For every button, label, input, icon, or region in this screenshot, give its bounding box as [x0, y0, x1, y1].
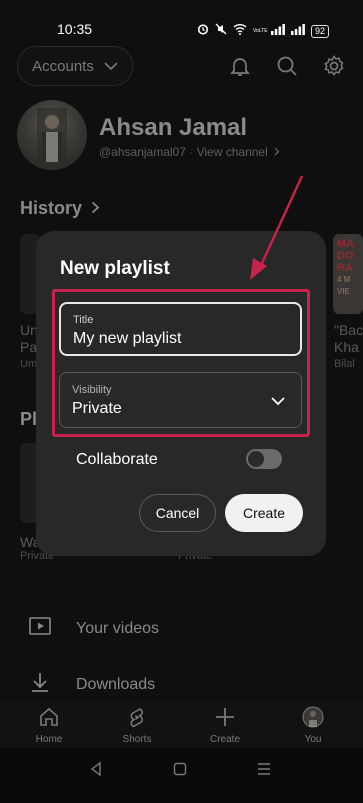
nav-you-label: You [304, 734, 322, 745]
nav-you[interactable]: You [283, 706, 343, 745]
battery-icon: 92 [310, 24, 329, 38]
bell-icon[interactable] [228, 54, 252, 78]
gear-icon[interactable] [322, 54, 346, 78]
avatar-icon [302, 706, 324, 731]
nav-shorts-label: Shorts [122, 734, 152, 745]
volte-icon: VoLTE [252, 27, 268, 34]
annotation-arrow [250, 175, 304, 280]
channel-name: Ahsan Jamal [99, 114, 248, 141]
bottom-nav: Home Shorts Create You [0, 700, 363, 748]
toggle-knob [248, 451, 264, 467]
playlists-title[interactable]: Pl [20, 409, 37, 430]
nav-home[interactable]: Home [19, 706, 79, 745]
view-channel-link[interactable]: View channel [197, 145, 268, 159]
collaborate-label: Collaborate [76, 451, 158, 468]
signal-icon-1 [270, 22, 285, 40]
accounts-label: Accounts [32, 57, 94, 75]
nav-shorts[interactable]: Shorts [107, 706, 167, 745]
status-icons: VoLTE 92 [197, 22, 329, 40]
history-thumb-right[interactable]: MA DO RA 4 M VIE [333, 234, 363, 314]
mute-icon [215, 22, 227, 40]
play-box-icon [28, 616, 52, 641]
system-nav-bar [0, 748, 363, 803]
collaborate-toggle[interactable] [246, 449, 282, 469]
create-button[interactable]: Create [225, 494, 303, 532]
alarm-icon [197, 22, 209, 40]
history-right-snippet: "Bac Kha Bilal [334, 322, 363, 370]
nav-create-label: Create [209, 734, 240, 745]
menu-downloads[interactable]: Downloads [28, 671, 155, 698]
nav-home-label: Home [35, 734, 63, 745]
signal-icon-2 [290, 22, 305, 40]
accounts-button[interactable]: Accounts [17, 46, 133, 86]
home-icon [38, 707, 60, 731]
wifi-icon [233, 22, 247, 40]
history-title: History [20, 198, 83, 218]
plus-icon [214, 708, 236, 731]
menu-label: Downloads [76, 675, 156, 693]
nav-create[interactable]: Create [195, 706, 255, 745]
channel-handle-text: @ahsanjamal07 [99, 145, 186, 159]
menu-label: Your videos [76, 619, 160, 637]
status-bar: 10:35 VoLTE 92 [0, 0, 363, 40]
home-square-icon[interactable] [173, 762, 187, 781]
back-icon[interactable] [89, 761, 103, 781]
chevron-down-icon [104, 58, 118, 75]
menu-your-videos[interactable]: Your videos [28, 616, 159, 641]
cancel-button[interactable]: Cancel [139, 494, 216, 532]
download-icon [28, 671, 52, 698]
channel-handle: @ahsanjamal07 · View channel [99, 145, 280, 159]
dialog-title: New playlist [60, 258, 170, 279]
shorts-icon [126, 708, 148, 731]
channel-avatar[interactable] [17, 100, 87, 170]
chevron-right-icon [91, 198, 100, 219]
status-time: 10:35 [57, 21, 93, 37]
recents-icon[interactable] [257, 762, 271, 781]
search-icon[interactable] [275, 54, 299, 78]
history-header[interactable]: History [20, 198, 100, 219]
chevron-right-icon [274, 145, 280, 159]
highlight-box [52, 289, 310, 437]
